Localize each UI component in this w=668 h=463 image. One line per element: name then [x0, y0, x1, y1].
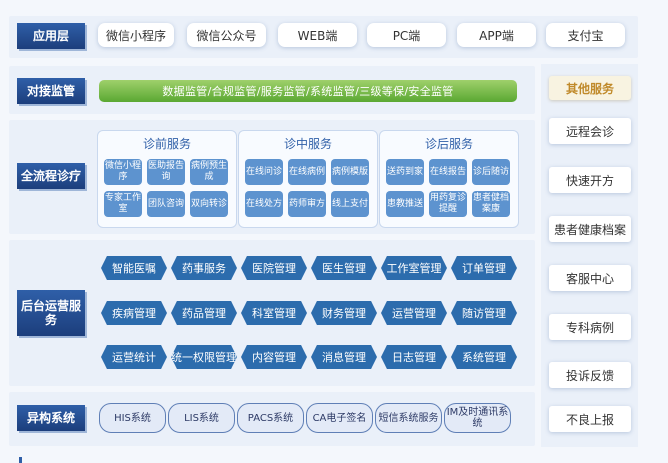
- system-pill-his: HIS系统: [99, 403, 166, 433]
- service-tile: 团队咨询: [147, 191, 185, 217]
- group-title: 诊后服务: [424, 137, 473, 151]
- system-pill-im: IM及时通讯系统: [444, 403, 511, 433]
- backend-module: 随访管理: [451, 301, 517, 325]
- app-chip-web: WEB端: [278, 23, 357, 47]
- service-tile: 诊后随访: [472, 159, 510, 185]
- service-tile: 在线问诊: [245, 159, 283, 185]
- backend-module: 药品管理: [171, 301, 237, 325]
- backend-module: 工作室管理: [381, 256, 447, 280]
- backend-module: 医院管理: [241, 256, 307, 280]
- backend-module: 日志管理: [381, 345, 447, 369]
- group-title: 诊中服务: [283, 137, 332, 151]
- other-service-item: 患者健康档案: [549, 216, 631, 242]
- other-service-item: 专科病例: [549, 314, 631, 340]
- other-service-item: 不良上报: [549, 406, 631, 432]
- service-tile: 病例预生成: [190, 159, 228, 185]
- system-pill-pacs: PACS系统: [237, 403, 304, 433]
- backend-module: 订单管理: [451, 256, 517, 280]
- regulation-bar: 数据监管/合规监管/服务监管/系统监管/三级等保/安全监管: [99, 80, 517, 102]
- pre-diagnosis-group: 诊前服务 微信小程序 医助报告询 病例预生成 专家工作室 团队咨询 双向转诊: [97, 130, 237, 228]
- heterogeneous-label: 异构系统: [17, 405, 85, 431]
- system-pill-ca: CA电子签名: [306, 403, 373, 433]
- backend-module: 财务管理: [311, 301, 377, 325]
- service-tile: 线上支付: [331, 191, 369, 217]
- service-tile: 双向转诊: [190, 191, 228, 217]
- system-pill-sms: 短信系统服务: [375, 403, 442, 433]
- service-tile: 患教推送: [386, 191, 424, 217]
- full-process-label: 全流程诊疗: [17, 163, 85, 189]
- backend-module: 运营统计: [101, 345, 167, 369]
- app-chip-wechat-mini: 微信小程序: [98, 23, 174, 47]
- service-tile: 药师审方: [288, 191, 326, 217]
- other-services-title: 其他服务: [549, 76, 631, 100]
- backend-module: 疾病管理: [101, 301, 167, 325]
- system-pill-lis: LIS系统: [168, 403, 235, 433]
- service-tile: 在线报告: [429, 159, 467, 185]
- regulation-label: 对接监管: [17, 78, 85, 104]
- service-tile: 患者健档案康: [472, 191, 510, 217]
- service-tile: 病例模版: [331, 159, 369, 185]
- group-title: 诊前服务: [142, 137, 191, 151]
- service-tile: 在线处方: [245, 191, 283, 217]
- other-service-item: 快速开方: [549, 167, 631, 193]
- in-diagnosis-group: 诊中服务 在线问诊 在线病例 病例模版 在线处方 药师审方 线上支付: [238, 130, 378, 228]
- bottom-marker: [19, 457, 22, 463]
- backend-module: 智能医嘱: [101, 256, 167, 280]
- backend-module: 消息管理: [311, 345, 377, 369]
- backend-module: 内容管理: [241, 345, 307, 369]
- service-tile: 专家工作室: [104, 191, 142, 217]
- app-layer-label: 应用层: [17, 23, 85, 49]
- backend-module: 系统管理: [451, 345, 517, 369]
- backend-label: 后台运营服务: [17, 290, 85, 336]
- post-diagnosis-group: 诊后服务 送药到家 在线报告 诊后随访 患教推送 用药复诊提醒 患者健档案康: [379, 130, 519, 228]
- other-service-item: 投诉反馈: [549, 362, 631, 388]
- backend-module: 统一权限管理: [171, 345, 237, 369]
- backend-module: 科室管理: [241, 301, 307, 325]
- service-tile: 送药到家: [386, 159, 424, 185]
- backend-module: 药事服务: [171, 256, 237, 280]
- app-chip-alipay: 支付宝: [546, 23, 625, 47]
- backend-module: 医生管理: [311, 256, 377, 280]
- service-tile: 用药复诊提醒: [429, 191, 467, 217]
- service-tile: 微信小程序: [104, 159, 142, 185]
- other-service-item: 客服中心: [549, 265, 631, 291]
- app-chip-app: APP端: [457, 23, 536, 47]
- backend-module: 运营管理: [381, 301, 447, 325]
- service-tile: 医助报告询: [147, 159, 185, 185]
- service-tile: 在线病例: [288, 159, 326, 185]
- app-chip-pc: PC端: [367, 23, 446, 47]
- app-chip-wechat-official: 微信公众号: [187, 23, 266, 47]
- other-service-item: 远程会诊: [549, 118, 631, 144]
